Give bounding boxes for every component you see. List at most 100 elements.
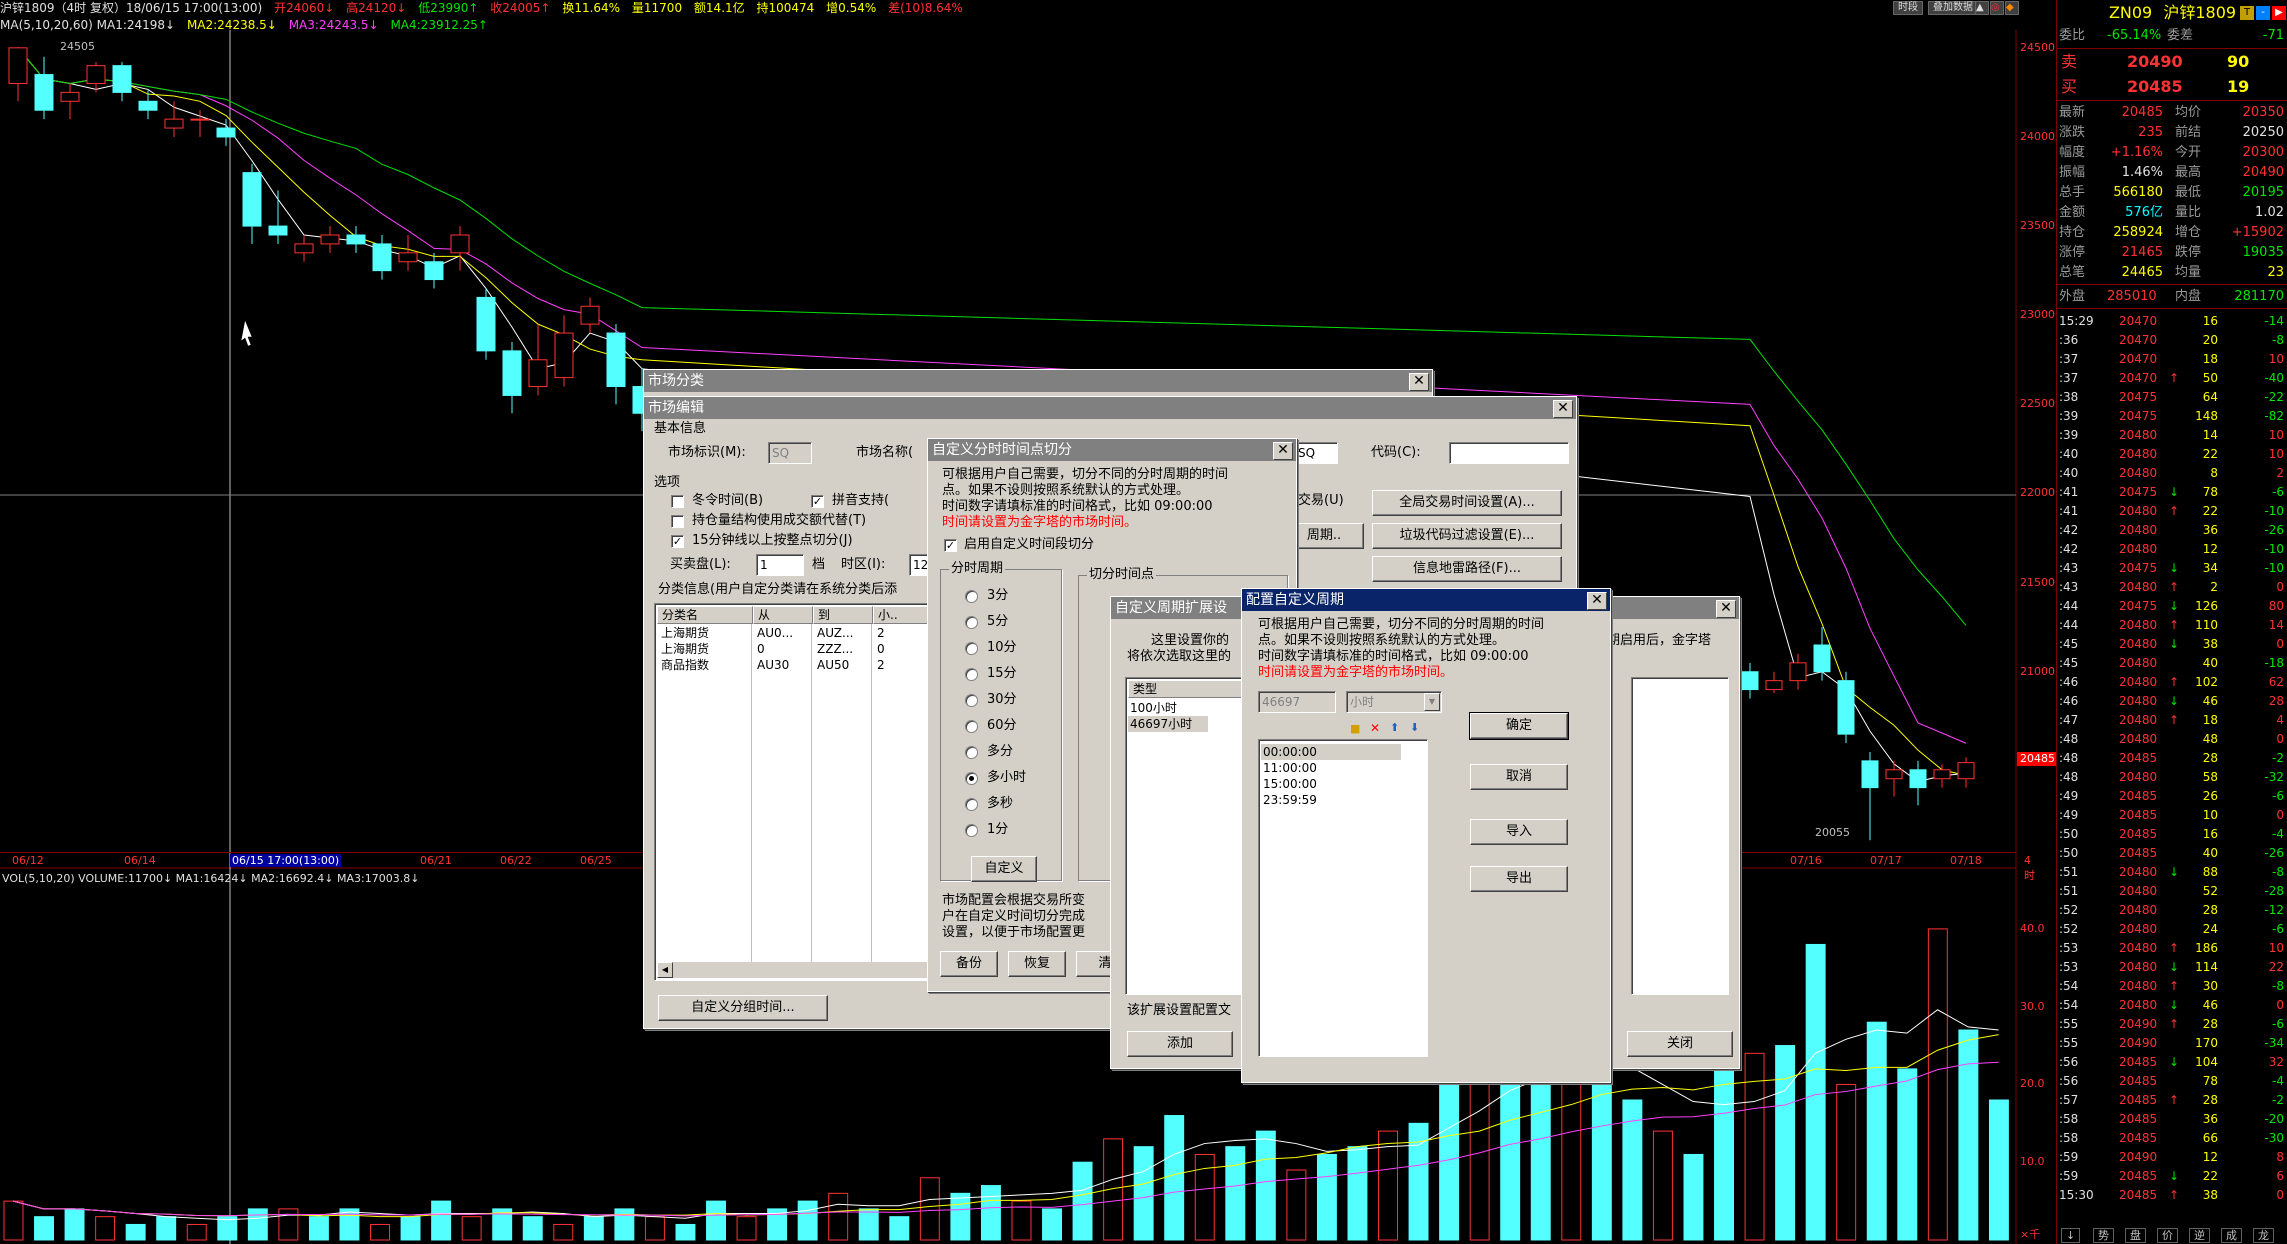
buy-price: 20485 [2127,77,2183,96]
stat-row: 持仓 258924 增仓 +15902 [2057,223,2287,243]
foot-line: 该扩展设置配置文 [1127,1003,1232,1018]
delete-icon[interactable]: ✕ [1370,721,1380,735]
tick-price: 20480 [2119,656,2158,670]
period-radio[interactable] [965,616,978,629]
t-icon[interactable]: T [2240,6,2254,20]
pinyin-label: 拼音支持( [832,493,890,508]
h-scrollbar[interactable]: ◀ [657,962,933,978]
move-down-icon[interactable]: ⬇ [1410,721,1419,734]
period-radio[interactable] [965,642,978,655]
buy-sell-input[interactable]: 1 [756,554,804,576]
hold-struct-checkbox[interactable] [671,515,684,528]
period-unit-select[interactable]: 小时 ▼ [1346,691,1442,713]
col-header[interactable]: 从 [753,606,813,624]
candle-up [320,234,340,245]
custom-button[interactable]: 自定义 [971,856,1037,882]
wei-bi-label: 委比 [2059,28,2086,43]
desc-line: 这里设置你的 [1151,633,1230,648]
import-button[interactable]: 导入 [1470,819,1568,845]
restore-button[interactable]: 恢复 [1008,951,1066,977]
col-header[interactable]: 到 [813,606,873,624]
close-button[interactable]: 关闭 [1627,1031,1733,1057]
pinyin-checkbox[interactable]: ✓ [811,495,824,508]
close-icon[interactable]: ✕ [1716,600,1736,618]
split-15min-checkbox[interactable]: ✓ [671,535,684,548]
close-icon[interactable]: ✕ [1587,592,1607,610]
class-row[interactable]: 上海期货 0 ZZZ... 0 [657,641,933,657]
bottom-tab[interactable]: 势 [2093,1228,2114,1243]
scroll-left-icon[interactable]: ◀ [657,962,673,978]
tick-row: 15:29 20470 16 -14 [2057,312,2287,331]
period-radio[interactable] [965,772,978,785]
right-list[interactable] [1631,677,1729,995]
group-time-button[interactable]: 自定义分组时间... [658,995,828,1021]
tick-price: 20480 [2119,523,2158,537]
class-row[interactable]: 上海期货 AU0... AUZ... 2 [657,625,933,641]
period-radio[interactable] [965,746,978,759]
period-radio-label: 多秒 [987,796,1014,811]
period-radio[interactable] [965,694,978,707]
filter-button[interactable]: 垃圾代码过滤设置(E)... [1372,523,1562,549]
candle-down [502,350,522,396]
bottom-tab[interactable]: 盘 [2125,1228,2146,1243]
tick-price: 20490 [2119,1036,2158,1050]
tick-time: :51 [2059,884,2079,898]
time-item[interactable]: 00:00:00 [1261,744,1401,760]
info-path-button[interactable]: 信息地雷路径(F)... [1372,556,1562,582]
folder-icon[interactable]: ■ [1350,722,1360,735]
chevron-down-icon[interactable]: ▼ [1424,693,1440,711]
col-header[interactable]: 小.. [873,606,935,624]
bottom-tab[interactable]: ↓ [2061,1228,2081,1243]
tick-price: 20480 [2119,694,2158,708]
move-up-icon[interactable]: ⬆ [1390,721,1399,734]
mouse-cursor-icon [240,319,253,347]
enable-split-checkbox[interactable]: ✓ [944,539,957,552]
type-list[interactable]: 类型 100小时 46697小时 [1125,677,1245,995]
class-info-label: 分类信息(用户自定分类请在系统分类后添 [658,582,898,597]
tick-change: 80 [2268,599,2284,613]
candle-down [1741,671,1759,691]
period-radio[interactable] [965,798,978,811]
period-radio[interactable] [965,720,978,733]
class-row[interactable]: 商品指数 AU30 AU50 2 [657,657,933,673]
time-list[interactable]: 00:00:00 11:00:00 15:00:00 23:59:59 [1258,739,1428,1057]
tick-arrow: ↓ [2169,561,2180,575]
tick-row: :39 20480 14 10 [2057,426,2287,445]
candle-up [450,234,470,254]
tick-time: :50 [2059,846,2079,860]
tick-time: :46 [2059,694,2079,708]
period-radio[interactable] [965,668,978,681]
cancel-button[interactable]: 取消 [1470,764,1568,790]
date-label: 07/16 [1790,854,1822,867]
close-icon[interactable]: ✕ [1273,442,1293,460]
period-radio[interactable] [965,590,978,603]
export-button[interactable]: 导出 [1470,866,1568,892]
close-icon[interactable]: ▶ [2272,6,2286,20]
tick-time: :58 [2059,1131,2079,1145]
tick-arrow: ↑ [2169,371,2180,385]
backup-button[interactable]: 备份 [940,951,998,977]
global-time-button[interactable]: 全局交易时间设置(A)... [1372,490,1562,516]
ok-button[interactable]: 确定 [1469,712,1569,740]
close-icon[interactable]: ✕ [1553,400,1573,418]
tick-change: -2 [2272,1093,2284,1107]
volume-bar [1652,1130,1673,1241]
bottom-tab[interactable]: 龙 [2253,1228,2274,1243]
wei-bi-value: -65.14% [2107,28,2162,43]
market-id-input[interactable]: SQ [768,442,812,464]
minus-icon[interactable]: - [2256,6,2270,20]
code-input[interactable] [1449,442,1569,464]
type-header[interactable]: 类型 [1128,680,1242,698]
bottom-tab[interactable]: 成 [2221,1228,2242,1243]
list-item-selected[interactable]: 46697小时 [1128,716,1208,732]
market-code-input[interactable]: SQ [1294,442,1338,464]
close-icon[interactable]: ✕ [1409,373,1429,391]
bottom-tab[interactable]: 价 [2157,1228,2178,1243]
period-radio[interactable] [965,824,978,837]
winter-time-checkbox[interactable] [671,495,684,508]
bottom-tab[interactable]: 逆 [2189,1228,2210,1243]
class-table[interactable]: 分类名 从 到 小.. 上海期货 AU0... AUZ... 2 上海期货 0 ZZZ...… [654,603,936,981]
add-button[interactable]: 添加 [1127,1031,1233,1057]
period-num-input[interactable]: 46697 [1258,691,1336,713]
col-header[interactable]: 分类名 [657,606,753,624]
